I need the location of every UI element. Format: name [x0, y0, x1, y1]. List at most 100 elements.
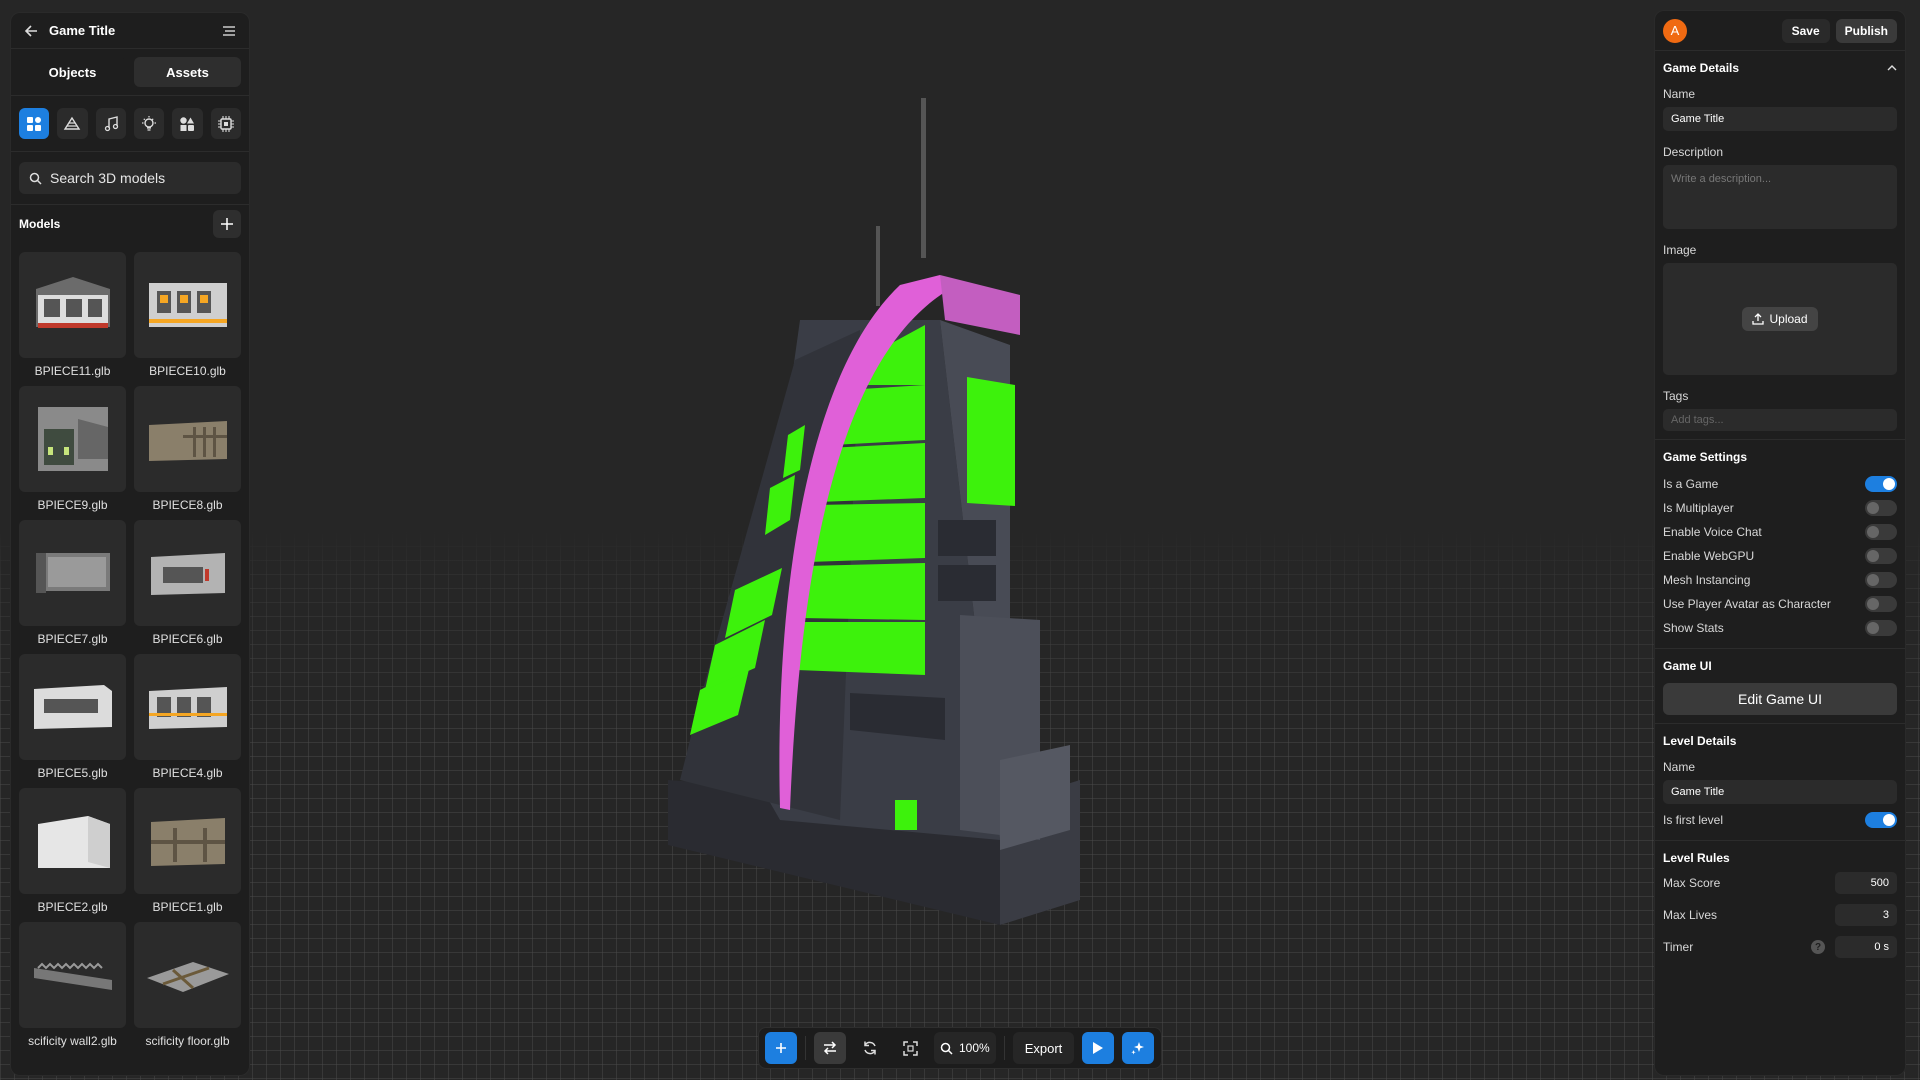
terrain-icon[interactable]: [57, 108, 88, 139]
rule-label: Max Lives: [1663, 908, 1718, 922]
shapes-icon[interactable]: [172, 108, 203, 139]
move-tool-button[interactable]: [814, 1032, 846, 1064]
model-name: BPIECE1.glb: [152, 900, 223, 914]
sparkle-icon: [1131, 1042, 1145, 1055]
avatar[interactable]: A: [1663, 18, 1687, 43]
section-title: Level Rules: [1663, 851, 1730, 865]
model-name: BPIECE5.glb: [37, 766, 108, 780]
model-card[interactable]: scificity wall2.glb: [19, 922, 126, 1056]
collapse-menu-icon[interactable]: [219, 21, 239, 41]
model-name: BPIECE4.glb: [152, 766, 223, 780]
is-a-game-toggle[interactable]: [1865, 476, 1897, 492]
description-field[interactable]: Write a description...: [1663, 165, 1897, 229]
model-thumbnail: [19, 922, 126, 1028]
game-name-field[interactable]: Game Title: [1663, 107, 1897, 131]
model-card[interactable]: BPIECE9.glb: [19, 386, 126, 520]
max-lives-input[interactable]: 3: [1835, 904, 1897, 926]
setting-label: Show Stats: [1663, 621, 1724, 635]
chip-icon[interactable]: [210, 108, 241, 139]
model-name: scificity floor.glb: [145, 1034, 230, 1048]
model-card[interactable]: BPIECE1.glb: [134, 788, 241, 922]
setting-label: Is Multiplayer: [1663, 501, 1734, 515]
model-name: BPIECE10.glb: [149, 364, 226, 378]
model-thumbnail: [19, 788, 126, 894]
timer-input[interactable]: 0 s: [1835, 936, 1897, 958]
show-stats-toggle[interactable]: [1865, 620, 1897, 636]
model-thumbnail: [134, 252, 241, 358]
model-name: BPIECE9.glb: [37, 498, 108, 512]
voice-chat-toggle[interactable]: [1865, 524, 1897, 540]
max-score-input[interactable]: 500: [1835, 872, 1897, 894]
section-title: Game UI: [1663, 659, 1712, 673]
left-panel-header: Game Title: [11, 13, 249, 49]
play-button[interactable]: [1082, 1032, 1115, 1064]
back-arrow-icon[interactable]: [21, 21, 41, 41]
light-icon[interactable]: [133, 108, 165, 139]
model-name: BPIECE6.glb: [152, 632, 223, 646]
model-thumbnail: [134, 788, 241, 894]
scale-tool-button[interactable]: [894, 1032, 926, 1064]
tags-field[interactable]: Add tags...: [1663, 409, 1897, 431]
publish-button[interactable]: Publish: [1835, 18, 1897, 43]
mesh-instancing-toggle[interactable]: [1865, 572, 1897, 588]
level-name-field[interactable]: Game Title: [1663, 780, 1897, 804]
section-title: Game Settings: [1663, 450, 1748, 464]
zoom-level: 100%: [959, 1041, 990, 1055]
rotate-tool-button[interactable]: [854, 1032, 886, 1064]
model-thumbnail: [19, 520, 126, 626]
model-grid: BPIECE11.glb BPIECE10.glb BPIECE9.glb BP…: [11, 244, 249, 1056]
zoom-control[interactable]: 100%: [934, 1032, 996, 1064]
game-details-header[interactable]: Game Details: [1663, 61, 1897, 75]
music-icon[interactable]: [95, 108, 126, 139]
rule-max-lives: Max Lives 3: [1663, 899, 1897, 931]
plus-icon: [776, 1043, 786, 1053]
right-panel: A Save Publish Game Details Name Game Ti…: [1654, 10, 1906, 1076]
setting-label: Is a Game: [1663, 477, 1719, 491]
setting-first-level: Is first level: [1663, 808, 1897, 832]
edit-game-ui-button[interactable]: Edit Game UI: [1663, 683, 1897, 715]
first-level-toggle[interactable]: [1865, 812, 1897, 828]
tab-assets[interactable]: Assets: [134, 57, 241, 87]
model-name: BPIECE11.glb: [34, 364, 111, 378]
objects-icon[interactable]: [19, 108, 50, 139]
model-card[interactable]: BPIECE11.glb: [19, 252, 126, 386]
ai-assist-button[interactable]: [1122, 1032, 1155, 1064]
model-card[interactable]: BPIECE4.glb: [134, 654, 241, 788]
model-card[interactable]: BPIECE8.glb: [134, 386, 241, 520]
setting-label: Use Player Avatar as Character: [1663, 597, 1831, 611]
bottom-toolbar: 100% Export: [758, 1027, 1162, 1069]
project-title: Game Title: [49, 23, 116, 38]
scene-render: [0, 0, 1920, 1080]
left-panel-tabs: Objects Assets: [11, 49, 249, 96]
model-card[interactable]: BPIECE10.glb: [134, 252, 241, 386]
model-thumbnail: [19, 654, 126, 760]
viewport-canvas[interactable]: [0, 0, 1920, 1080]
player-avatar-toggle[interactable]: [1865, 596, 1897, 612]
help-icon[interactable]: ?: [1811, 940, 1825, 954]
model-card[interactable]: BPIECE7.glb: [19, 520, 126, 654]
model-card[interactable]: BPIECE2.glb: [19, 788, 126, 922]
setting-player-avatar: Use Player Avatar as Character: [1663, 592, 1897, 616]
rule-timer: Timer ? 0 s: [1663, 931, 1897, 963]
model-card[interactable]: BPIECE5.glb: [19, 654, 126, 788]
add-model-button[interactable]: [213, 209, 241, 238]
search-placeholder: Search 3D models: [50, 170, 166, 186]
setting-label: Enable WebGPU: [1663, 549, 1755, 563]
game-details-section: Game Details Name Game Title Description…: [1655, 51, 1905, 440]
name-label: Name: [1663, 87, 1696, 101]
is-multiplayer-toggle[interactable]: [1865, 500, 1897, 516]
level-rules-section: Level Rules Max Score 500 Max Lives 3 Ti…: [1655, 841, 1905, 971]
upload-label: Upload: [1769, 312, 1808, 326]
model-name: BPIECE2.glb: [37, 900, 108, 914]
model-card[interactable]: scificity floor.glb: [134, 922, 241, 1056]
search-input[interactable]: Search 3D models: [19, 162, 241, 194]
add-object-button[interactable]: [765, 1032, 797, 1064]
image-dropzone[interactable]: Upload: [1663, 263, 1897, 375]
export-button[interactable]: Export: [1012, 1032, 1075, 1064]
section-title: Level Details: [1663, 734, 1737, 748]
upload-button[interactable]: Upload: [1742, 307, 1818, 331]
webgpu-toggle[interactable]: [1865, 548, 1897, 564]
save-button[interactable]: Save: [1781, 18, 1830, 43]
model-card[interactable]: BPIECE6.glb: [134, 520, 241, 654]
tab-objects[interactable]: Objects: [19, 57, 126, 87]
